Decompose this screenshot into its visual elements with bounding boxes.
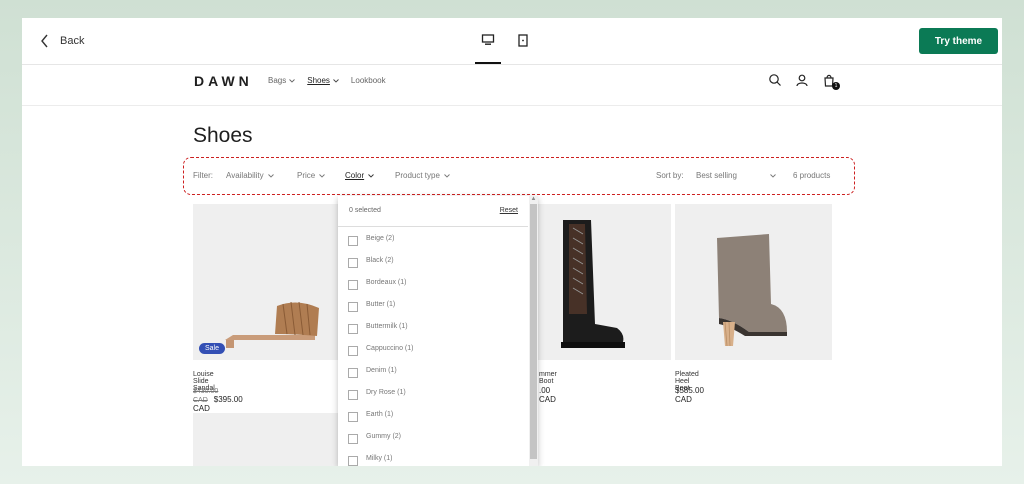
color-option-gummy[interactable]: Gummy (2) <box>348 433 413 455</box>
color-option-butter[interactable]: Butter (1) <box>348 301 413 323</box>
checkbox[interactable] <box>348 434 358 444</box>
color-option-earth[interactable]: Earth (1) <box>348 411 413 433</box>
checkbox[interactable] <box>348 412 358 422</box>
chevron-down-icon <box>289 78 296 83</box>
account-icon[interactable] <box>795 73 809 87</box>
nav-item-shoes[interactable]: Shoes <box>307 76 339 85</box>
color-option-denim[interactable]: Denim (1) <box>348 367 413 389</box>
page-title: Shoes <box>193 124 253 147</box>
checkbox[interactable] <box>348 346 358 356</box>
nav-label: Bags <box>268 76 287 85</box>
nav-label: Shoes <box>307 76 330 85</box>
desktop-icon <box>481 34 495 45</box>
sale-badge: Sale <box>199 343 226 354</box>
product-price: $585.00 CAD <box>675 386 704 404</box>
store-header: DAWN Bags Shoes Lookbook 1 <box>22 65 1002 106</box>
filter-price[interactable]: Price <box>297 171 326 180</box>
option-label: Buttermilk (1) <box>366 323 408 330</box>
product-title[interactable]: mmer Boot <box>539 371 557 385</box>
checkbox[interactable] <box>348 280 358 290</box>
chevron-left-icon <box>41 34 48 48</box>
preview-toolbar: Back Try theme <box>22 18 1002 65</box>
product-count: 6 products <box>793 171 831 180</box>
color-option-beige[interactable]: Beige (2) <box>348 235 413 257</box>
mobile-icon <box>518 34 528 47</box>
sandal-image <box>225 301 319 348</box>
color-option-dry-rose[interactable]: Dry Rose (1) <box>348 389 413 411</box>
filter-availability[interactable]: Availability <box>226 171 274 180</box>
product-image[interactable] <box>675 204 832 360</box>
selected-count: 0 selected <box>349 207 381 214</box>
heel-boot-image <box>717 234 787 347</box>
checkbox[interactable] <box>348 324 358 334</box>
header-icons: 1 <box>768 73 840 90</box>
scroll-up-icon[interactable]: ▲ <box>530 196 537 203</box>
color-options-list: Beige (2) Black (2) Bordeaux (1) Butter … <box>348 235 413 466</box>
filter-color-label: Color <box>345 171 365 180</box>
checkbox[interactable] <box>348 456 358 466</box>
chevron-down-icon <box>333 78 339 83</box>
product-price: .00 CAD <box>539 386 556 404</box>
filter-availability-label: Availability <box>226 171 264 180</box>
option-label: Denim (1) <box>366 367 397 374</box>
preview-frame: Back Try theme DAWN Bags Shoes Lookbook <box>22 18 1002 466</box>
cart-count-badge: 1 <box>832 82 840 90</box>
color-filter-dropdown: 0 selected Reset Beige (2) Black (2) Bor… <box>338 196 538 466</box>
nav-label: Lookbook <box>350 76 386 85</box>
option-label: Cappuccino (1) <box>366 345 414 352</box>
color-option-buttermilk[interactable]: Buttermilk (1) <box>348 323 413 345</box>
checkbox[interactable] <box>348 390 358 400</box>
scrollbar-thumb[interactable] <box>530 204 537 459</box>
color-option-bordeaux[interactable]: Bordeaux (1) <box>348 279 413 301</box>
filter-label: Filter: <box>193 171 213 180</box>
chevron-down-icon <box>319 173 326 178</box>
dropdown-header: 0 selected Reset <box>338 196 528 227</box>
filter-product-type-label: Product type <box>395 171 440 180</box>
color-option-cappuccino[interactable]: Cappuccino (1) <box>348 345 413 367</box>
option-label: Beige (2) <box>366 235 395 242</box>
filter-price-label: Price <box>297 171 316 180</box>
checkbox[interactable] <box>348 302 358 312</box>
product-image[interactable] <box>193 413 350 466</box>
checkbox[interactable] <box>348 258 358 268</box>
color-option-milky[interactable]: Milky (1) <box>348 455 413 466</box>
option-label: Butter (1) <box>366 301 396 308</box>
product-price: $430.00 CAD $395.00 CAD <box>193 386 243 413</box>
chevron-down-icon <box>770 173 776 178</box>
chevron-down-icon <box>267 173 274 178</box>
sort-value: Best selling <box>696 171 737 180</box>
chevron-down-icon <box>444 173 450 178</box>
mobile-view-button[interactable] <box>510 34 536 62</box>
back-label: Back <box>60 35 85 47</box>
sort-select[interactable]: Best selling <box>696 171 776 180</box>
try-theme-button[interactable]: Try theme <box>919 28 998 54</box>
option-label: Bordeaux (1) <box>366 279 407 286</box>
filter-bar: Filter: Availability Price Color Product… <box>183 157 855 195</box>
chevron-down-icon <box>368 173 374 178</box>
nav-item-bags[interactable]: Bags <box>268 76 296 85</box>
color-option-black[interactable]: Black (2) <box>348 257 413 279</box>
reset-link[interactable]: Reset <box>500 207 518 214</box>
sort-label: Sort by: <box>656 171 684 180</box>
product-image[interactable]: Sale <box>193 204 350 360</box>
product-image[interactable] <box>519 204 671 360</box>
option-label: Black (2) <box>366 257 394 264</box>
cart-icon[interactable]: 1 <box>822 73 840 90</box>
option-label: Earth (1) <box>366 411 394 418</box>
store-logo[interactable]: DAWN <box>194 73 253 89</box>
nav-item-lookbook[interactable]: Lookbook <box>351 76 386 85</box>
option-label: Milky (1) <box>366 455 393 462</box>
checkbox[interactable] <box>348 236 358 246</box>
boot-image <box>561 220 625 348</box>
search-icon[interactable] <box>768 73 782 87</box>
back-button[interactable]: Back <box>40 34 84 48</box>
dropdown-scrollbar[interactable]: ▲ <box>529 196 538 466</box>
desktop-view-button[interactable] <box>475 34 501 64</box>
filter-product-type[interactable]: Product type <box>395 171 450 180</box>
main-nav: Bags Shoes Lookbook <box>268 76 386 85</box>
option-label: Dry Rose (1) <box>366 389 406 396</box>
option-label: Gummy (2) <box>366 433 401 440</box>
filter-color[interactable]: Color <box>345 171 374 180</box>
checkbox[interactable] <box>348 368 358 378</box>
